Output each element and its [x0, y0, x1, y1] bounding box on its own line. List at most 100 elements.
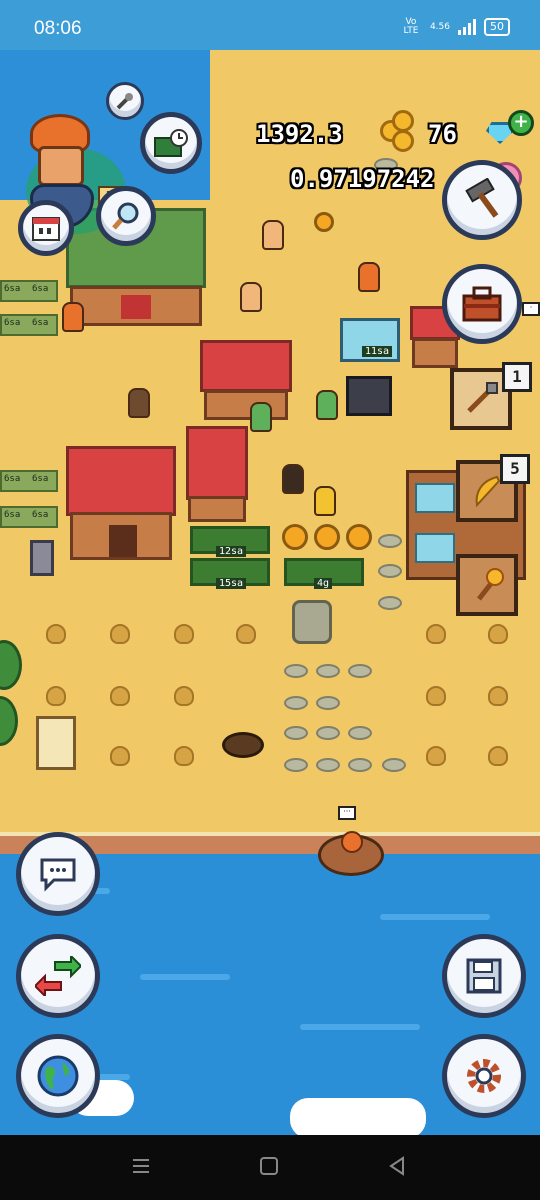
battery-icon: 50 — [484, 18, 510, 36]
dig-hole[interactable] — [222, 732, 264, 758]
field-label: 6sa — [4, 510, 21, 520]
game-scene[interactable]: 6sa 6sa 6sa 6sa 6sa 6sa 6sa 6sa 11sa 12s… — [0, 50, 540, 1135]
hay-crop[interactable] — [110, 686, 130, 706]
tools-button[interactable] — [106, 82, 144, 120]
toolbox-button[interactable] — [442, 264, 522, 344]
back-button[interactable] — [386, 1155, 408, 1181]
calendar-icon — [32, 217, 60, 241]
status-icons: Vo LTE 4.56 50 — [400, 18, 510, 36]
volte-indicator: Vo LTE — [403, 17, 419, 36]
barn-roof[interactable] — [66, 446, 176, 516]
build-button[interactable] — [442, 160, 522, 240]
world-map-button[interactable] — [16, 1034, 100, 1118]
villager[interactable] — [128, 388, 150, 418]
hay-crop[interactable] — [46, 686, 66, 706]
small-red-house[interactable] — [186, 426, 248, 500]
villager[interactable] — [316, 390, 338, 420]
hay-crop[interactable] — [46, 624, 66, 644]
recents-button[interactable] — [130, 1155, 152, 1181]
hay-crop[interactable] — [174, 686, 194, 706]
villager[interactable] — [282, 464, 304, 494]
stone-statue[interactable] — [30, 540, 54, 576]
rock[interactable] — [316, 726, 340, 740]
hay-crop[interactable] — [488, 686, 508, 706]
gems-value: 76 — [428, 120, 457, 148]
field-label: 6sa — [32, 510, 49, 520]
rock[interactable] — [284, 726, 308, 740]
back-triangle-icon — [389, 1156, 404, 1176]
search-button[interactable] — [96, 186, 156, 246]
save-button[interactable] — [442, 934, 526, 1018]
field-label: 6sa — [32, 474, 49, 484]
hammer-icon — [465, 178, 499, 218]
rock[interactable] — [348, 726, 372, 740]
hay-crop[interactable] — [426, 624, 446, 644]
settings-button[interactable] — [442, 1034, 526, 1118]
feather-count-badge: 5 — [500, 454, 530, 484]
rock[interactable] — [378, 564, 402, 578]
hay-crop[interactable] — [174, 624, 194, 644]
shop-button[interactable] — [140, 112, 202, 174]
sunflower[interactable] — [282, 524, 308, 550]
villager[interactable] — [240, 282, 262, 312]
build-count-badge: 1 — [502, 362, 532, 392]
rock[interactable] — [378, 596, 402, 610]
plot-timer: 15sa — [216, 578, 247, 589]
home-button[interactable] — [258, 1155, 280, 1181]
cloud — [290, 1098, 426, 1135]
rock[interactable] — [316, 664, 340, 678]
villager[interactable] — [62, 302, 84, 332]
avatar-face — [38, 146, 84, 186]
rowboat[interactable] — [318, 831, 384, 876]
energy-value: 0.97197242 — [290, 165, 435, 193]
field-label: 6sa — [4, 318, 21, 328]
stone-pillar[interactable] — [292, 600, 332, 644]
torch-icon — [477, 568, 504, 601]
gear-icon — [467, 1059, 501, 1093]
chat-icon — [40, 858, 76, 892]
rock[interactable] — [316, 696, 340, 710]
chat-bubble-icon: ··· — [338, 806, 356, 820]
rock[interactable] — [316, 758, 340, 772]
rock[interactable] — [348, 664, 372, 678]
square-home-icon — [260, 1157, 278, 1175]
hay-crop[interactable] — [110, 746, 130, 766]
rock[interactable] — [284, 696, 308, 710]
hay-crop[interactable] — [236, 624, 256, 644]
villager[interactable] — [314, 486, 336, 516]
add-gems-button[interactable]: + — [508, 110, 534, 136]
hay-crop[interactable] — [488, 624, 508, 644]
torch-item-slot[interactable] — [456, 554, 518, 616]
rock[interactable] — [382, 758, 406, 772]
sunflower[interactable] — [314, 524, 340, 550]
villager[interactable] — [358, 262, 380, 292]
hay-crop[interactable] — [174, 746, 194, 766]
shovel-icon — [467, 382, 498, 413]
rock[interactable] — [284, 758, 308, 772]
rock[interactable] — [284, 664, 308, 678]
field-label: 6sa — [4, 474, 21, 484]
hay-crop[interactable] — [426, 686, 446, 706]
hay-crop[interactable] — [488, 746, 508, 766]
rock[interactable] — [348, 758, 372, 772]
calendar-button[interactable] — [18, 200, 74, 256]
sunflower[interactable] — [314, 212, 334, 232]
candle-shrine[interactable] — [36, 716, 76, 770]
hay-crop[interactable] — [110, 624, 130, 644]
field-label: 6sa — [4, 284, 21, 294]
menu-lines-icon — [133, 1159, 149, 1173]
villager[interactable] — [262, 220, 284, 250]
toolbox-icon — [462, 286, 502, 322]
red-roof-house[interactable] — [200, 340, 292, 392]
rock[interactable] — [378, 534, 402, 548]
trade-button[interactable] — [16, 934, 100, 1018]
status-time: 08:06 — [34, 18, 82, 39]
villager[interactable] — [250, 402, 272, 432]
sunflower[interactable] — [346, 524, 372, 550]
furnace[interactable] — [346, 376, 392, 416]
coin-icon — [392, 110, 414, 132]
hay-crop[interactable] — [426, 746, 446, 766]
chat-button[interactable] — [16, 832, 100, 916]
status-bar: 08:06 Vo LTE 4.56 50 — [0, 0, 540, 50]
coin-icon — [392, 130, 414, 152]
